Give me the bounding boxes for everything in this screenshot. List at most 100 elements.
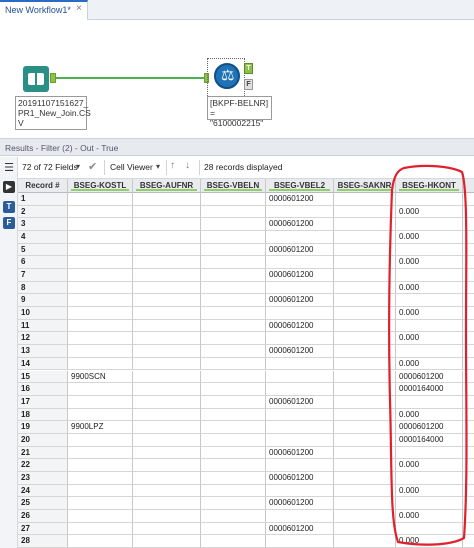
table-cell[interactable] bbox=[334, 383, 396, 396]
table-cell[interactable] bbox=[201, 509, 266, 523]
table-cell[interactable] bbox=[201, 294, 266, 308]
table-cell[interactable] bbox=[266, 307, 334, 320]
table-cell[interactable] bbox=[133, 509, 201, 523]
record-number-cell[interactable]: 9 bbox=[18, 294, 68, 308]
record-number-cell[interactable]: 3 bbox=[18, 218, 68, 232]
table-cell[interactable] bbox=[334, 231, 396, 244]
table-cell[interactable] bbox=[334, 509, 396, 523]
table-cell[interactable] bbox=[68, 345, 133, 358]
record-number-cell[interactable]: 14 bbox=[18, 357, 68, 371]
table-cell[interactable] bbox=[334, 256, 396, 270]
table-cell[interactable] bbox=[266, 509, 334, 523]
table-cell[interactable]: 0.000 bbox=[396, 281, 463, 295]
table-cell[interactable]: 0000601200 bbox=[266, 269, 334, 282]
record-number-cell[interactable]: 25 bbox=[18, 497, 68, 510]
table-cell[interactable] bbox=[396, 522, 463, 536]
table-cell[interactable] bbox=[201, 193, 266, 206]
table-cell[interactable] bbox=[201, 497, 266, 510]
table-cell[interactable] bbox=[334, 332, 396, 346]
table-cell[interactable] bbox=[396, 218, 463, 232]
record-number-cell[interactable]: 2 bbox=[18, 205, 68, 219]
chevron-down-icon[interactable]: ▾ bbox=[76, 162, 80, 171]
table-cell[interactable] bbox=[334, 522, 396, 536]
table-cell[interactable] bbox=[334, 370, 396, 384]
table-cell[interactable] bbox=[68, 509, 133, 523]
table-cell[interactable]: 0.000 bbox=[396, 307, 463, 320]
table-row[interactable]: 12 0.000 bbox=[18, 332, 474, 346]
table-row[interactable]: 13 0000601200 bbox=[18, 345, 474, 358]
record-number-cell[interactable]: 18 bbox=[18, 408, 68, 422]
table-row[interactable]: 24 0.000 bbox=[18, 484, 474, 498]
table-cell[interactable] bbox=[266, 332, 334, 346]
table-cell[interactable] bbox=[68, 383, 133, 396]
table-cell[interactable] bbox=[266, 281, 334, 295]
table-cell[interactable] bbox=[133, 269, 201, 282]
workflow-canvas[interactable]: ⚖ T F 20191107151627_ PR1_New_Join.CS V … bbox=[0, 20, 474, 138]
table-cell[interactable] bbox=[334, 269, 396, 282]
checkmark-icon[interactable]: ✔ bbox=[88, 160, 97, 173]
table-cell[interactable] bbox=[68, 522, 133, 536]
table-row[interactable]: 14 0.000 bbox=[18, 357, 474, 371]
record-number-cell[interactable]: 28 bbox=[18, 535, 68, 548]
table-cell[interactable] bbox=[133, 421, 201, 434]
table-row[interactable]: 6 0.000 bbox=[18, 256, 474, 270]
table-cell[interactable] bbox=[201, 433, 266, 447]
record-number-cell[interactable]: 21 bbox=[18, 446, 68, 460]
table-cell[interactable] bbox=[266, 408, 334, 422]
table-cell[interactable] bbox=[133, 193, 201, 206]
results-grid[interactable]: Record # BSEG-KOSTL BSEG-AUFNR BSEG-VBEL… bbox=[18, 179, 474, 548]
table-cell[interactable] bbox=[201, 345, 266, 358]
false-output-anchor[interactable]: F bbox=[244, 79, 253, 90]
table-cell[interactable]: 0.000 bbox=[396, 509, 463, 523]
filter-tool[interactable]: ⚖ bbox=[214, 63, 240, 89]
table-cell[interactable] bbox=[334, 433, 396, 447]
table-row[interactable]: 4 0.000 bbox=[18, 231, 474, 244]
table-cell[interactable] bbox=[266, 256, 334, 270]
table-cell[interactable] bbox=[201, 307, 266, 320]
table-cell[interactable] bbox=[133, 433, 201, 447]
table-cell[interactable]: 0000164000 bbox=[396, 383, 463, 396]
table-cell[interactable] bbox=[266, 484, 334, 498]
table-cell[interactable] bbox=[201, 408, 266, 422]
column-header[interactable]: BSEG-SAKNR bbox=[334, 179, 396, 193]
table-cell[interactable] bbox=[68, 357, 133, 371]
table-cell[interactable] bbox=[334, 307, 396, 320]
table-cell[interactable] bbox=[396, 319, 463, 333]
table-cell[interactable] bbox=[266, 459, 334, 472]
table-cell[interactable] bbox=[133, 383, 201, 396]
record-number-cell[interactable]: 26 bbox=[18, 509, 68, 523]
table-cell[interactable] bbox=[334, 193, 396, 206]
table-cell[interactable] bbox=[334, 535, 396, 548]
table-cell[interactable]: 0000601200 bbox=[266, 193, 334, 206]
record-number-cell[interactable]: 23 bbox=[18, 471, 68, 485]
table-cell[interactable] bbox=[334, 484, 396, 498]
table-cell[interactable] bbox=[68, 193, 133, 206]
table-cell[interactable] bbox=[133, 319, 201, 333]
table-cell[interactable] bbox=[133, 218, 201, 232]
table-cell[interactable] bbox=[334, 471, 396, 485]
table-cell[interactable]: 0000164000 bbox=[396, 433, 463, 447]
table-cell[interactable] bbox=[133, 497, 201, 510]
record-number-cell[interactable]: 1 bbox=[18, 193, 68, 206]
table-cell[interactable] bbox=[396, 497, 463, 510]
table-cell[interactable]: 0000601200 bbox=[266, 395, 334, 409]
table-cell[interactable] bbox=[334, 243, 396, 257]
table-cell[interactable] bbox=[133, 357, 201, 371]
record-number-cell[interactable]: 13 bbox=[18, 345, 68, 358]
table-row[interactable]: 11 0000601200 bbox=[18, 319, 474, 333]
table-cell[interactable] bbox=[266, 383, 334, 396]
table-cell[interactable] bbox=[133, 332, 201, 346]
record-number-cell[interactable]: 6 bbox=[18, 256, 68, 270]
table-cell[interactable]: 0.000 bbox=[396, 231, 463, 244]
table-cell[interactable] bbox=[334, 357, 396, 371]
table-cell[interactable]: 0.000 bbox=[396, 408, 463, 422]
table-cell[interactable] bbox=[201, 332, 266, 346]
table-cell[interactable] bbox=[266, 231, 334, 244]
table-cell[interactable] bbox=[201, 370, 266, 384]
chevron-down-icon[interactable]: ▾ bbox=[156, 162, 160, 171]
table-cell[interactable]: 0.000 bbox=[396, 205, 463, 219]
table-cell[interactable] bbox=[133, 484, 201, 498]
messages-icon[interactable]: ▶ bbox=[3, 181, 15, 193]
table-cell[interactable] bbox=[133, 395, 201, 409]
fields-selector[interactable]: 72 of 72 Fields bbox=[22, 162, 78, 172]
